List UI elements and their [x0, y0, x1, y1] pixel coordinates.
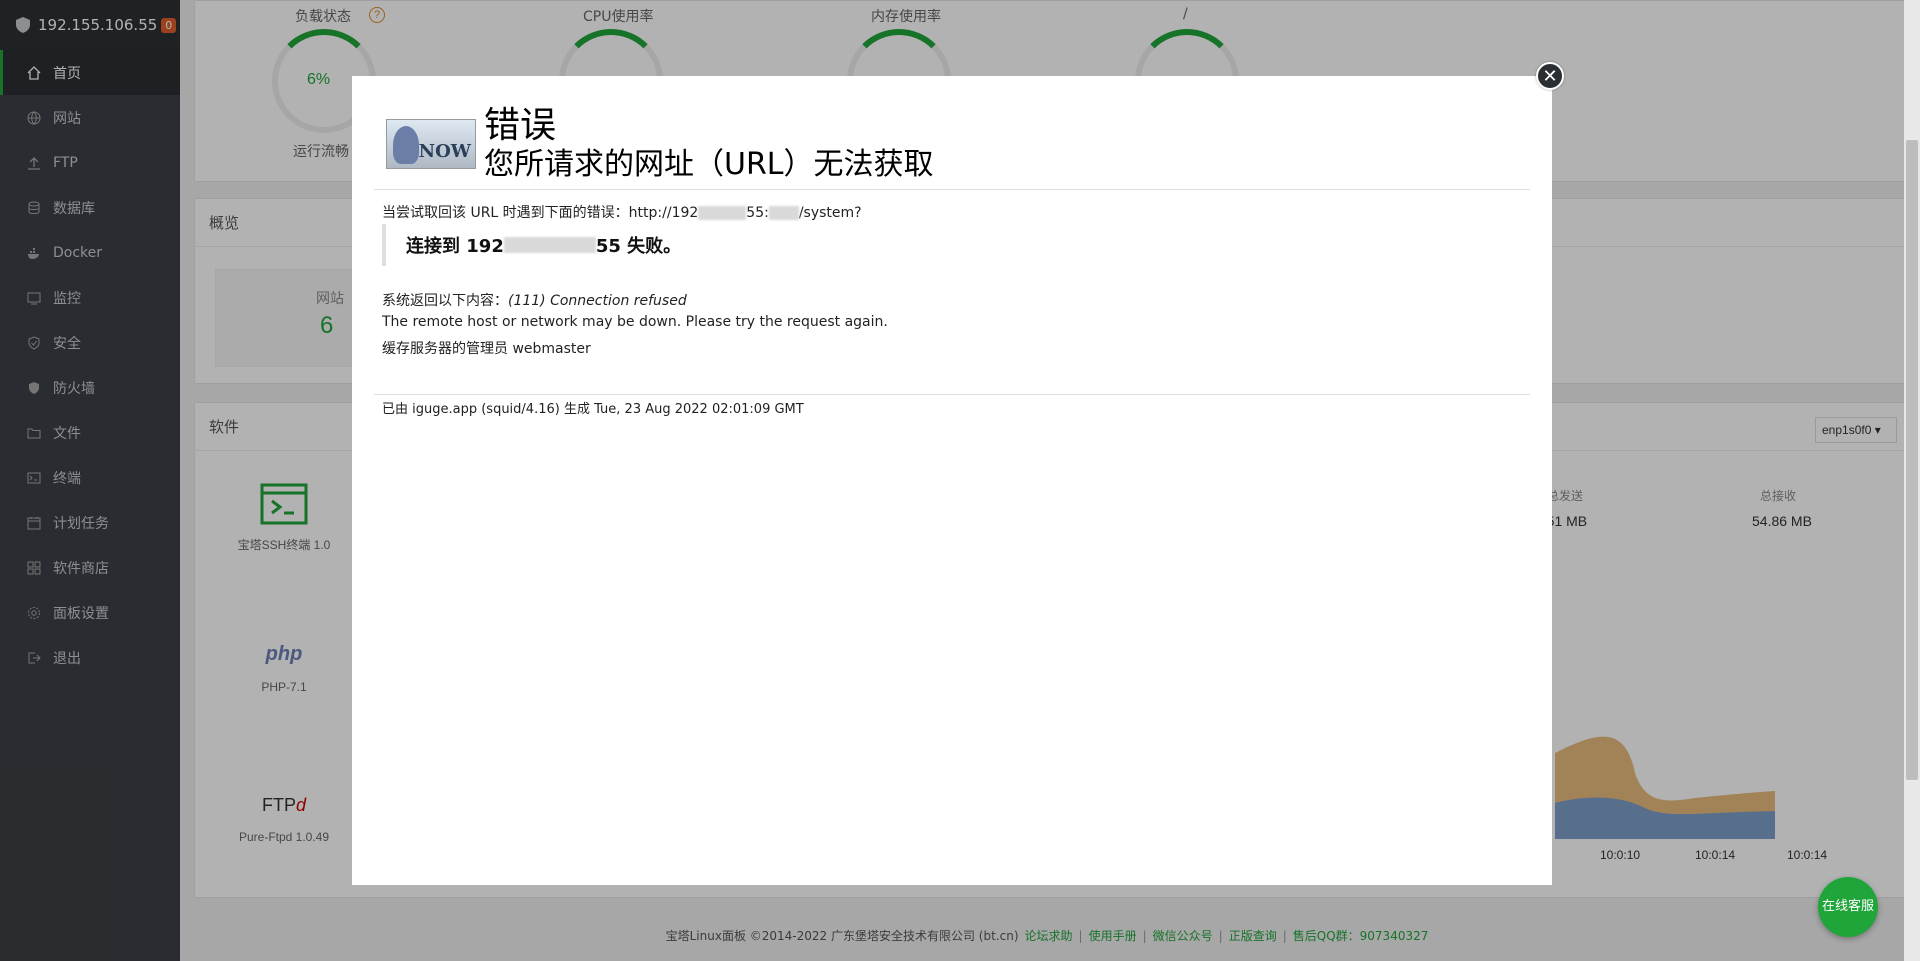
squid-logo: NOW	[386, 119, 476, 169]
squid-icon	[393, 126, 419, 164]
redacted-ip	[698, 206, 747, 220]
connect-failed-message: 连接到 192 55 失败。	[382, 224, 882, 266]
system-return-line: 系统返回以下内容：(111) Connection refused	[382, 290, 687, 310]
attempt-text: 当尝试取回该 URL 时遇到下面的错误：http://192	[382, 205, 699, 221]
generated-by: 已由 iguge.app (squid/4.16) 生成 Tue, 23 Aug…	[382, 402, 804, 417]
scrollbar-thumb[interactable]	[1906, 140, 1918, 780]
system-return-value: (111) Connection refused	[508, 293, 687, 309]
attempt-tail: /system?	[798, 205, 862, 221]
admin-prefix: 缓存服务器的管理员	[382, 341, 508, 357]
error-title: 错误	[484, 105, 557, 146]
close-button[interactable]: ✕	[1536, 62, 1564, 90]
attempt-line: 当尝试取回该 URL 时遇到下面的错误：http://192 55: /system…	[382, 202, 862, 222]
error-modal: NOW 错误 您所请求的网址（URL）无法获取 当尝试取回该 URL 时遇到下面…	[352, 76, 1552, 885]
redacted-ip	[503, 237, 596, 253]
page-scrollbar[interactable]	[1904, 0, 1920, 961]
online-service-button[interactable]: 在线客服	[1818, 877, 1878, 937]
admin-link[interactable]: webmaster	[512, 341, 590, 357]
remote-message: The remote host or network may be down. …	[382, 314, 888, 330]
system-return-label: 系统返回以下内容：	[382, 293, 508, 309]
attempt-mid: 55:	[746, 205, 769, 221]
redacted-port	[768, 206, 799, 220]
divider	[374, 394, 1530, 395]
error-subtitle: 您所请求的网址（URL）无法获取	[484, 147, 934, 182]
error-header: NOW 错误 您所请求的网址（URL）无法获取	[386, 106, 934, 184]
close-icon: ✕	[1542, 65, 1558, 86]
logo-text: NOW	[418, 141, 471, 162]
admin-line: 缓存服务器的管理员 webmaster	[382, 338, 591, 358]
connect-suffix: 55 失败。	[595, 236, 682, 257]
divider	[374, 189, 1530, 190]
connect-prefix: 连接到 192	[406, 236, 504, 257]
